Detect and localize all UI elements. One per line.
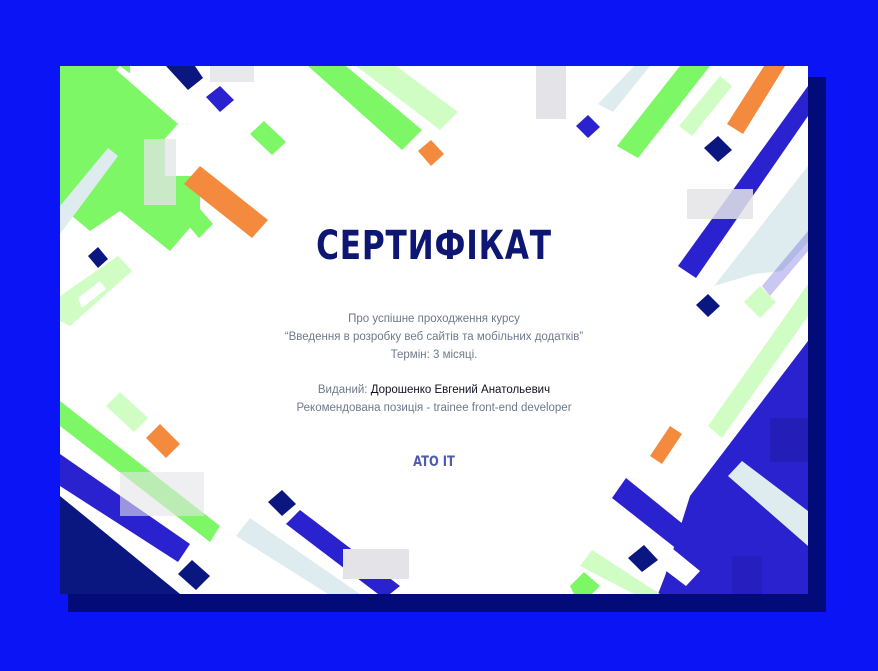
certificate-card: СЕРТИФІКАТ Про успішне проходження курсу… [60, 66, 808, 594]
certificate-content: СЕРТИФІКАТ Про успішне проходження курсу… [60, 66, 808, 594]
course-name-text: “Введення в розробку веб сайтів та мобіл… [284, 331, 584, 343]
recipient-name: Дорошенко Евгений Анатольевич [370, 384, 551, 396]
issued-label: Виданий: [317, 384, 368, 396]
course-duration-text: Термін: 3 місяці. [390, 349, 478, 361]
course-intro-text: Про успішне проходження курсу [348, 313, 520, 325]
issued-to-line: Виданий: Дорошенко Евгений Анатольевич [60, 382, 808, 399]
certificate-title: СЕРТИФІКАТ [316, 223, 552, 269]
recommendation-text: Рекомендована позиція - trainee front-en… [296, 402, 572, 414]
page-background: СЕРТИФІКАТ Про успішне проходження курсу… [0, 0, 878, 671]
issuer-logo-text: ATO IT [413, 454, 455, 470]
